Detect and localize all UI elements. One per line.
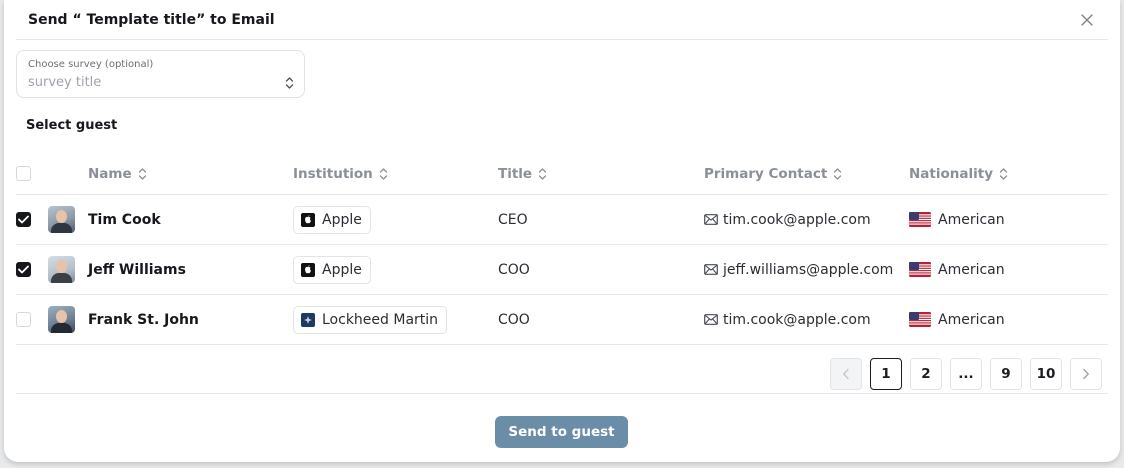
column-header-label: Name — [88, 165, 132, 182]
page-button-2[interactable]: 2 — [910, 358, 942, 390]
column-header-label: Institution — [293, 165, 373, 182]
guest-title: COO — [498, 261, 530, 278]
page-button-9[interactable]: 9 — [990, 358, 1022, 390]
avatar — [48, 256, 75, 283]
column-header-nationality[interactable]: Nationality — [909, 153, 1089, 194]
send-email-modal: Send “ Template title” to Email Choose s… — [4, 0, 1120, 462]
guest-name: Jeff Williams — [88, 261, 186, 278]
mail-icon — [704, 314, 718, 325]
institution-name: Apple — [322, 261, 362, 278]
sort-icon — [538, 167, 547, 180]
guest-nationality: American — [938, 211, 1005, 228]
sort-icon — [379, 167, 387, 180]
page-button-10[interactable]: 10 — [1030, 358, 1062, 390]
row-checkbox[interactable] — [16, 262, 31, 277]
send-to-guest-button[interactable]: Send to guest — [495, 416, 628, 448]
apple-logo-icon — [301, 212, 315, 227]
section-title: Select guest — [26, 118, 118, 133]
column-header-label: Nationality — [909, 165, 993, 182]
institution-name: Lockheed Martin — [322, 311, 439, 328]
guest-contact: jeff.williams@apple.com — [723, 261, 894, 278]
check-icon — [18, 265, 29, 274]
page-button-1[interactable]: 1 — [870, 358, 902, 390]
table-header-row: Name Institution Title Primary Contact N… — [16, 153, 1108, 195]
sort-icon — [999, 167, 1008, 180]
chevron-right-icon — [1083, 368, 1089, 380]
lockheed-martin-logo-icon — [301, 312, 315, 327]
guest-table: Name Institution Title Primary Contact N… — [16, 153, 1108, 345]
apple-logo-icon — [301, 262, 315, 277]
avatar — [48, 206, 75, 233]
table-row[interactable]: Frank St. John Lockheed Martin COO tim.c… — [16, 295, 1108, 345]
column-header-institution[interactable]: Institution — [293, 153, 493, 194]
page-ellipsis: ... — [950, 358, 982, 390]
sort-icon — [138, 167, 146, 180]
guest-title: COO — [498, 311, 530, 328]
close-icon[interactable] — [1080, 12, 1094, 26]
column-header-title[interactable]: Title — [498, 153, 698, 194]
us-flag-icon — [909, 212, 931, 227]
guest-nationality: American — [938, 261, 1005, 278]
survey-select[interactable]: Choose survey (optional) survey title — [16, 50, 305, 98]
guest-title: CEO — [498, 211, 528, 228]
mail-icon — [704, 264, 718, 275]
sort-icon — [285, 75, 294, 94]
institution-name: Apple — [322, 211, 362, 228]
sort-icon — [834, 167, 842, 180]
institution-chip: Lockheed Martin — [293, 305, 448, 334]
table-row[interactable]: Tim Cook Apple CEO tim.cook@apple.com Am… — [16, 195, 1108, 245]
institution-chip: Apple — [293, 205, 371, 234]
guest-name: Tim Cook — [88, 211, 161, 228]
mail-icon — [704, 214, 718, 225]
guest-name: Frank St. John — [88, 311, 199, 328]
us-flag-icon — [909, 262, 931, 277]
row-checkbox[interactable] — [16, 312, 31, 327]
check-icon — [18, 215, 29, 224]
table-row[interactable]: Jeff Williams Apple COO jeff.williams@ap… — [16, 245, 1108, 295]
guest-nationality: American — [938, 311, 1005, 328]
chevron-left-icon — [843, 368, 849, 380]
us-flag-icon — [909, 312, 931, 327]
column-header-contact[interactable]: Primary Contact — [704, 153, 904, 194]
select-all-checkbox[interactable] — [16, 166, 31, 181]
next-page-button[interactable] — [1070, 358, 1102, 390]
row-checkbox[interactable] — [16, 212, 31, 227]
guest-contact: tim.cook@apple.com — [723, 211, 871, 228]
modal-title: Send “ Template title” to Email — [28, 12, 275, 28]
column-header-name[interactable]: Name — [88, 153, 278, 194]
avatar — [48, 306, 75, 333]
column-header-label: Title — [498, 165, 533, 182]
survey-select-value: survey title — [28, 75, 102, 90]
modal-header: Send “ Template title” to Email — [16, 0, 1108, 40]
prev-page-button[interactable] — [830, 358, 862, 390]
guest-contact: tim.cook@apple.com — [723, 311, 871, 328]
survey-select-label: Choose survey (optional) — [28, 59, 154, 70]
footer-divider — [16, 393, 1108, 394]
pagination: 1 2 ... 9 10 — [830, 358, 1102, 390]
institution-chip: Apple — [293, 255, 371, 284]
column-header-label: Primary Contact — [704, 165, 828, 182]
